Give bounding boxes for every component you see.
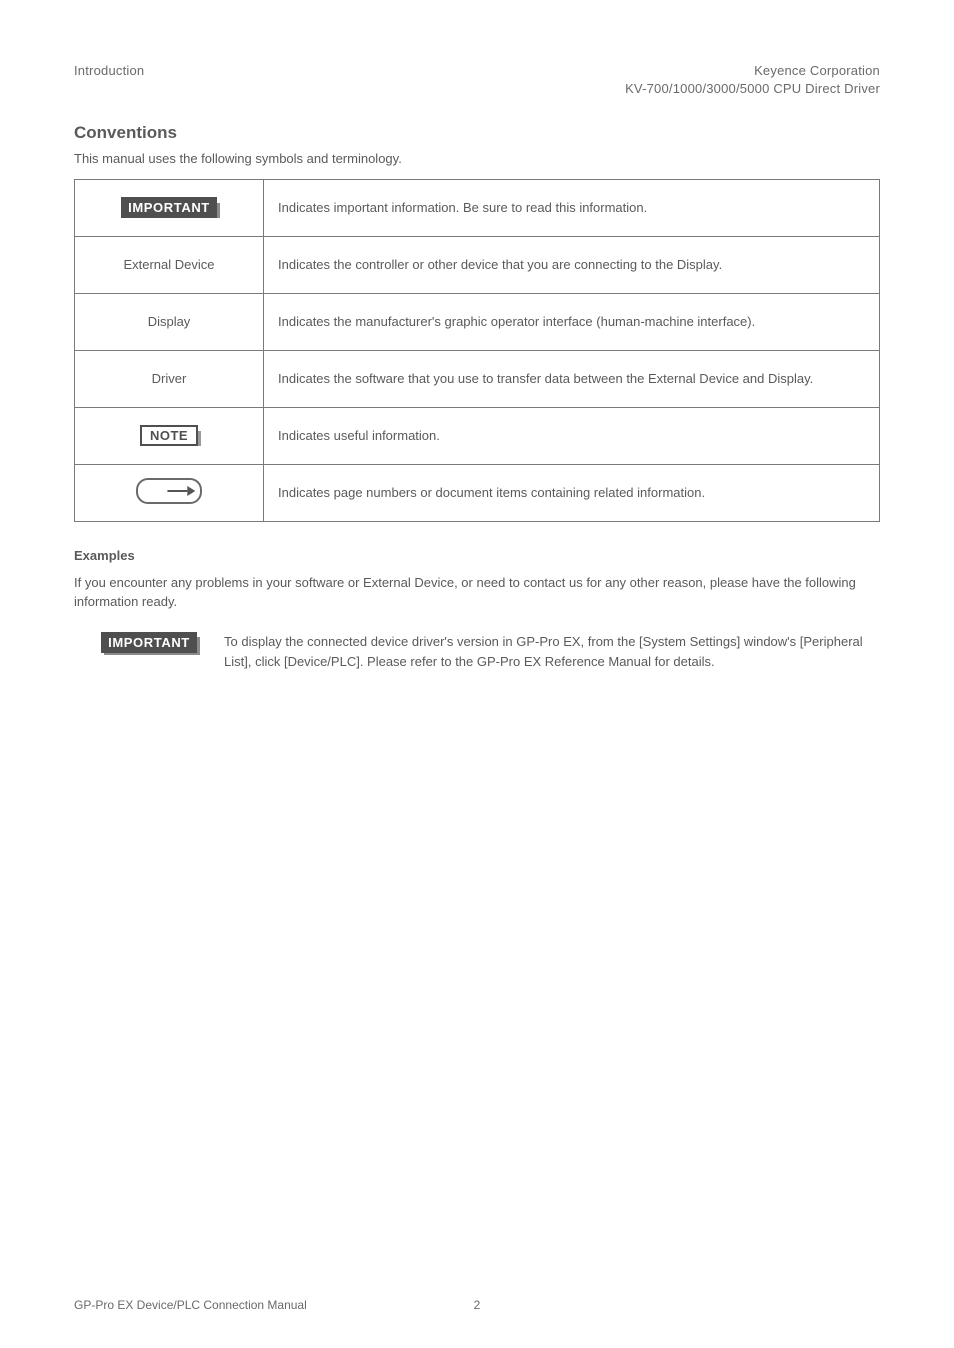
symbol-cell-reference	[75, 464, 264, 521]
section-examples-body: If you encounter any problems in your so…	[74, 573, 880, 612]
example-important-row: IMPORTANT To display the connected devic…	[74, 632, 880, 672]
header-company: Keyence Corporation	[625, 62, 880, 80]
header-product: KV-700/1000/3000/5000 CPU Direct Driver	[625, 80, 880, 98]
important-icon: IMPORTANT	[101, 634, 197, 652]
table-row: Driver Indicates the software that you u…	[75, 350, 880, 407]
symbol-cell-driver: Driver	[75, 350, 264, 407]
desc-cell: Indicates the software that you use to t…	[264, 350, 880, 407]
page-header: Introduction Keyence Corporation KV-700/…	[74, 62, 880, 97]
note-icon: NOTE	[140, 428, 198, 443]
desc-cell: Indicates the manufacturer's graphic ope…	[264, 293, 880, 350]
header-left: Introduction	[74, 62, 144, 80]
footer-left: GP-Pro EX Device/PLC Connection Manual	[74, 1298, 307, 1312]
symbol-cell-important: IMPORTANT	[75, 179, 264, 236]
desc-cell: Indicates page numbers or document items…	[264, 464, 880, 521]
desc-cell: Indicates important information. Be sure…	[264, 179, 880, 236]
desc-cell: Indicates the controller or other device…	[264, 236, 880, 293]
desc-cell: Indicates useful information.	[264, 407, 880, 464]
page-footer: GP-Pro EX Device/PLC Connection Manual 2	[0, 1298, 954, 1312]
section-conventions-lead: This manual uses the following symbols a…	[74, 149, 880, 169]
reference-icon	[136, 478, 202, 504]
table-row: Indicates page numbers or document items…	[75, 464, 880, 521]
section-conventions-heading: Conventions	[74, 123, 880, 143]
section-examples-heading: Examples	[74, 548, 880, 563]
table-row: External Device Indicates the controller…	[75, 236, 880, 293]
example-icon-col: IMPORTANT	[74, 632, 224, 652]
example-important-text: To display the connected device driver's…	[224, 632, 880, 672]
conventions-table: IMPORTANT Indicates important informatio…	[74, 179, 880, 522]
table-row: IMPORTANT Indicates important informatio…	[75, 179, 880, 236]
header-right: Keyence Corporation KV-700/1000/3000/500…	[625, 62, 880, 97]
important-icon: IMPORTANT	[121, 200, 217, 215]
table-row: NOTE Indicates useful information.	[75, 407, 880, 464]
section-examples: Examples If you encounter any problems i…	[74, 548, 880, 672]
symbol-cell-external-device: External Device	[75, 236, 264, 293]
table-row: Display Indicates the manufacturer's gra…	[75, 293, 880, 350]
symbol-cell-note: NOTE	[75, 407, 264, 464]
symbol-cell-display: Display	[75, 293, 264, 350]
page: Introduction Keyence Corporation KV-700/…	[0, 0, 954, 1348]
